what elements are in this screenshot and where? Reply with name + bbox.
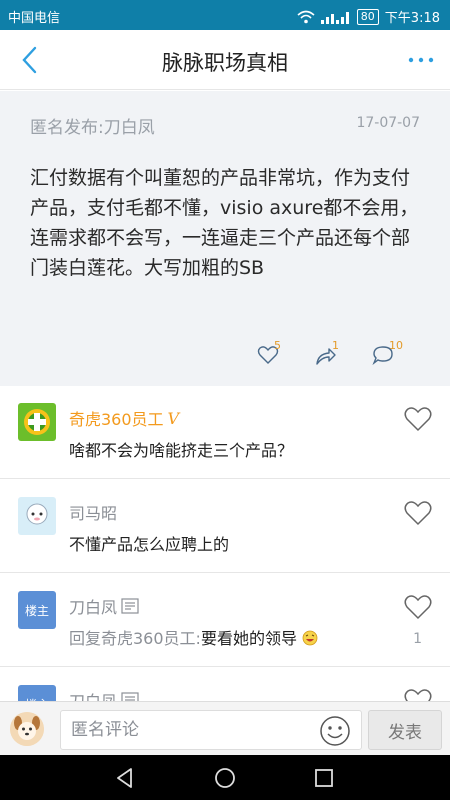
emoji-icon[interactable] <box>319 715 351 747</box>
post-actions: 5 1 10 <box>0 339 450 375</box>
post-author: 匿名发布:刀白凤 <box>30 118 155 138</box>
heart-icon[interactable] <box>404 594 432 620</box>
comment-text: 啥都不会为啥能挤走三个产品？ <box>69 441 294 460</box>
comment-text: 回复奇虎360员工:要看她的领导 <box>69 625 318 649</box>
comment-count: 10 <box>389 339 403 352</box>
laughing-emoji-icon <box>302 630 318 646</box>
qihoo-logo-icon <box>18 403 56 441</box>
commenter-name[interactable]: 奇虎360员工 V <box>69 406 179 430</box>
commenter-name-text: 刀白凤 <box>69 598 118 617</box>
comment-input[interactable] <box>61 711 301 749</box>
status-icons: 80 下午3:18 <box>297 7 440 26</box>
avatar[interactable] <box>18 497 56 535</box>
anonymous-avatar[interactable] <box>10 712 44 746</box>
list-item[interactable]: 楼主 刀白凤 回复奇虎360员工:要看她的领导 1 <box>0 574 450 667</box>
heart-icon[interactable] <box>404 500 432 526</box>
heart-icon[interactable] <box>404 406 432 432</box>
owner-tag: 楼主 <box>18 591 56 629</box>
commenter-name[interactable]: 司马昭 <box>69 500 117 524</box>
signal-icon <box>320 11 349 24</box>
nav-bar: 脉脉职场真相 <box>0 30 450 90</box>
system-home-icon[interactable] <box>212 765 238 791</box>
comment-input-bar: 发表 <box>0 701 450 755</box>
system-recents-icon[interactable] <box>311 765 337 791</box>
more-icon[interactable] <box>406 48 436 72</box>
share-count: 1 <box>332 339 339 352</box>
commenter-name[interactable]: 刀白凤 <box>69 594 139 618</box>
page-title: 脉脉职场真相 <box>162 51 288 75</box>
list-item[interactable]: 司马昭 不懂产品怎么应聘上的 <box>0 480 450 573</box>
system-back-icon[interactable] <box>112 765 138 791</box>
document-icon <box>121 598 139 614</box>
reply-text: 要看她的领导 <box>200 629 297 648</box>
sheep-avatar-icon <box>18 497 56 535</box>
like-count: 5 <box>274 339 281 352</box>
reply-prefix: 回复奇虎360员工: <box>69 629 201 648</box>
post-date: 17-07-07 <box>356 115 420 131</box>
wifi-icon <box>297 10 315 23</box>
verified-badge: V <box>167 408 180 428</box>
share-button[interactable]: 1 <box>315 339 359 375</box>
carrier-label: 中国电信 <box>8 11 61 26</box>
main-post: 匿名发布:刀白凤 17-07-07 汇付数据有个叫董恕的产品非常坑，作为支付产品… <box>0 91 450 386</box>
system-nav-bar <box>0 755 450 800</box>
status-bar: 中国电信 80 下午3:18 <box>0 0 450 30</box>
avatar[interactable]: 楼主 <box>18 591 56 629</box>
commenter-name-text: 奇虎360员工 <box>69 410 164 429</box>
comment-input-box[interactable] <box>60 710 362 750</box>
clock: 下午3:18 <box>384 11 440 26</box>
comment-text: 不懂产品怎么应聘上的 <box>69 535 230 554</box>
like-count: 1 <box>413 631 422 647</box>
like-button[interactable]: 5 <box>257 339 301 375</box>
list-item[interactable]: 奇虎360员工 V 啥都不会为啥能挤走三个产品？ <box>0 386 450 479</box>
battery-indicator: 80 <box>356 8 379 25</box>
avatar[interactable] <box>18 403 56 441</box>
dog-avatar-icon <box>10 712 44 746</box>
post-body: 汇付数据有个叫董恕的产品非常坑，作为支付产品，支付毛都不懂，visio axur… <box>30 167 419 279</box>
comment-button[interactable]: 10 <box>372 339 416 375</box>
send-button[interactable]: 发表 <box>368 710 442 750</box>
